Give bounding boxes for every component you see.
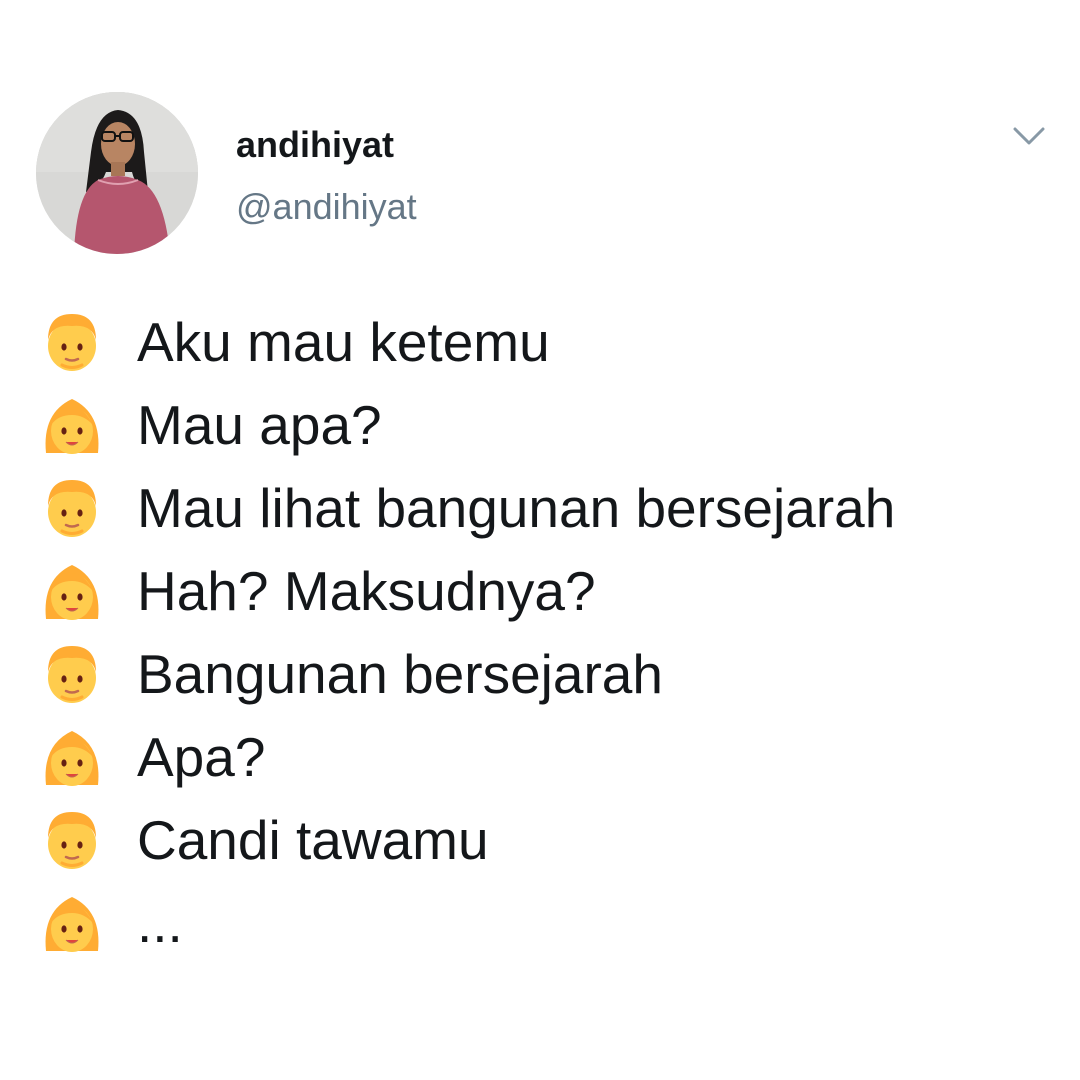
avatar[interactable] [36, 92, 198, 254]
woman-emoji-icon [45, 731, 99, 786]
line-item: Mau apa? [40, 385, 1070, 465]
line-text: Candi tawamu [137, 809, 489, 871]
line-text: Aku mau ketemu [137, 311, 550, 373]
man-emoji-icon [48, 812, 96, 869]
display-name[interactable]: andihiyat [236, 123, 394, 167]
man-emoji-icon [48, 480, 96, 537]
line-text: Mau apa? [137, 394, 382, 456]
woman-emoji-icon [45, 399, 99, 454]
man-emoji-icon [48, 314, 96, 371]
chevron-down-icon[interactable] [1012, 124, 1046, 148]
handle[interactable]: @andihiyat [236, 185, 417, 229]
man-emoji-icon [48, 646, 96, 703]
line-text: Hah? Maksudnya? [137, 560, 596, 622]
woman-emoji-icon [45, 897, 99, 952]
tweet-card: andihiyat @andihiyat Aku mau ketemu Mau … [0, 0, 1080, 1080]
woman-emoji-icon [45, 565, 99, 620]
line-text: Apa? [137, 726, 266, 788]
line-item: Apa? [40, 717, 1070, 797]
line-item: Candi tawamu [40, 800, 1070, 880]
line-item: Aku mau ketemu [40, 302, 1070, 382]
line-item: Bangunan bersejarah [40, 634, 1070, 714]
line-item: Hah? Maksudnya? [40, 551, 1070, 631]
line-text: ... [137, 892, 183, 954]
line-text: Mau lihat bangunan bersejarah [137, 477, 896, 539]
line-text: Bangunan bersejarah [137, 643, 663, 705]
line-item: Mau lihat bangunan bersejarah [40, 468, 1070, 548]
line-item: ... [40, 883, 1070, 963]
